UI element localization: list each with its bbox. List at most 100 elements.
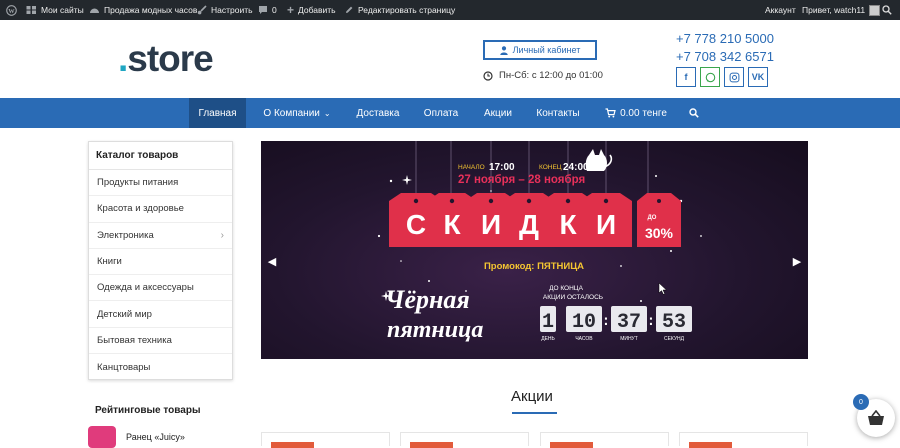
instagram-icon	[729, 72, 739, 82]
facebook-icon: f	[684, 72, 688, 82]
product-card[interactable]	[400, 432, 529, 448]
avatar	[869, 4, 881, 16]
nav-contacts[interactable]: Контакты	[530, 98, 586, 128]
facebook-link[interactable]: f	[676, 67, 696, 87]
vk-link[interactable]: VK	[748, 67, 768, 87]
rated-products-title: Рейтинговые товары	[95, 405, 201, 416]
admin-search[interactable]	[882, 0, 892, 20]
chevron-left-icon: ◀	[267, 255, 277, 268]
category-item[interactable]: Книги	[89, 249, 232, 276]
working-hours: Пн-Сб: с 12:00 до 01:00	[483, 70, 603, 81]
product-card[interactable]	[261, 432, 390, 448]
sale-tags: С К И Д К И ДО 30%	[389, 193, 681, 247]
admin-edit-page[interactable]: Редактировать страницу	[344, 0, 455, 20]
minutes-label: МИНУТ	[620, 336, 638, 342]
nav-search[interactable]	[684, 98, 704, 128]
category-item[interactable]: Одежда и аксессуары	[89, 275, 232, 302]
site-logo[interactable]: .store	[118, 38, 214, 79]
product-card[interactable]	[679, 432, 808, 448]
category-item[interactable]: Продукты питания	[89, 170, 232, 197]
black-friday-line-1: Чёрная	[385, 285, 470, 314]
product-catalog: Каталог товаров Продукты питания Красота…	[88, 141, 233, 380]
slider-prev-button[interactable]: ◀	[263, 244, 281, 278]
category-label: Детский мир	[97, 308, 152, 320]
start-time: 17:00	[489, 162, 515, 173]
category-label: Красота и здоровье	[97, 203, 184, 215]
nav-payment[interactable]: Оплата	[417, 98, 465, 128]
promotions-section-title: Акции	[511, 388, 553, 405]
category-item[interactable]: Канцтовары	[89, 354, 232, 380]
instagram-link[interactable]	[724, 67, 744, 87]
search-icon	[689, 108, 699, 118]
whatsapp-link[interactable]	[700, 67, 720, 87]
category-item[interactable]: Электроника ›	[89, 223, 232, 249]
countdown-separator: :	[647, 314, 655, 330]
nav-home-label: Главная	[198, 107, 237, 119]
category-label: Бытовая техника	[97, 334, 172, 346]
admin-customize-label: Настроить	[211, 5, 253, 15]
admin-edit-page-label: Редактировать страницу	[358, 5, 456, 15]
phone-1[interactable]: +7 778 210 5000	[676, 31, 774, 46]
sale-letter: С	[406, 209, 426, 240]
end-label: КОНЕЦ	[539, 164, 562, 171]
pencil-icon	[346, 6, 353, 13]
countdown-timer: 1 10 : 37 : 53	[540, 306, 692, 334]
nav-about[interactable]: О Компании ⌄	[252, 98, 342, 128]
logo-text: store	[127, 38, 213, 79]
sale-badge	[271, 442, 314, 448]
category-label: Одежда и аксессуары	[97, 282, 194, 294]
phone-2[interactable]: +7 708 342 6571	[676, 49, 774, 64]
promo-banner-slider[interactable]: НАЧАЛО 17:00 КОНЕЦ 24:00 27 ноября – 28 …	[261, 141, 808, 359]
admin-comments-count: 0	[272, 5, 277, 15]
sale-letter: И	[481, 209, 501, 240]
category-label: Канцтовары	[97, 361, 151, 373]
nav-home[interactable]: Главная	[189, 98, 246, 128]
working-hours-text: Пн-Сб: с 12:00 до 01:00	[499, 70, 603, 81]
section-title-underline	[512, 412, 557, 414]
nav-cart[interactable]: 0.00 тенге	[598, 98, 674, 128]
rated-product-item[interactable]: Ранец «Juicy»	[88, 426, 185, 448]
admin-user-menu[interactable]: Привет, watch11	[802, 0, 881, 20]
sale-letter: К	[559, 209, 577, 240]
comment-icon	[259, 6, 267, 14]
seconds-label: СЕКУНД	[664, 336, 685, 342]
chevron-right-icon: ▶	[792, 255, 802, 268]
nav-promotions[interactable]: Акции	[476, 98, 520, 128]
main-navigation: Главная О Компании ⌄ Доставка Оплата Акци…	[0, 98, 900, 128]
plus-icon: +	[287, 3, 295, 17]
start-label: НАЧАЛО	[458, 164, 485, 171]
admin-add-new[interactable]: + Добавить	[287, 0, 336, 20]
chevron-down-icon: ⌄	[323, 108, 331, 118]
admin-account[interactable]: Аккаунт	[765, 0, 796, 20]
days-label: ДЕНЬ	[541, 336, 555, 342]
chevron-right-icon: ›	[220, 229, 224, 241]
category-label: Книги	[97, 256, 122, 268]
admin-add-new-label: Добавить	[298, 5, 336, 15]
admin-site-name[interactable]: Продажа модных часов	[89, 0, 197, 20]
admin-comments[interactable]: 0	[258, 0, 277, 20]
category-label: Электроника	[97, 229, 154, 241]
sale-letter: Д	[519, 209, 539, 240]
admin-bar: W Мои сайты Продажа модных часов Настрои…	[0, 0, 900, 20]
rated-product-name: Ранец «Juicy»	[126, 432, 185, 442]
nav-contacts-label: Контакты	[536, 107, 580, 119]
admin-my-sites[interactable]: Мои сайты	[26, 0, 84, 20]
countdown-seconds: 53	[662, 311, 686, 334]
category-item[interactable]: Красота и здоровье	[89, 196, 232, 223]
end-time: 24:00	[563, 162, 589, 173]
countdown-title-1: ДО КОНЦА	[549, 285, 584, 292]
nav-delivery[interactable]: Доставка	[349, 98, 407, 128]
category-item[interactable]: Детский мир	[89, 301, 232, 328]
admin-customize[interactable]: Настроить	[197, 0, 253, 20]
product-card[interactable]	[540, 432, 669, 448]
sites-icon	[26, 6, 36, 14]
nav-cart-label: 0.00 тенге	[620, 107, 667, 119]
admin-wp-logo[interactable]: W	[6, 0, 17, 20]
slider-next-button[interactable]: ▶	[788, 244, 806, 278]
category-label: Продукты питания	[97, 177, 179, 189]
black-cat-icon	[585, 149, 613, 171]
vk-icon: VK	[751, 72, 765, 82]
user-icon	[499, 45, 508, 55]
category-item[interactable]: Бытовая техника	[89, 328, 232, 355]
personal-cabinet-button[interactable]: Личный кабинет	[483, 40, 597, 60]
